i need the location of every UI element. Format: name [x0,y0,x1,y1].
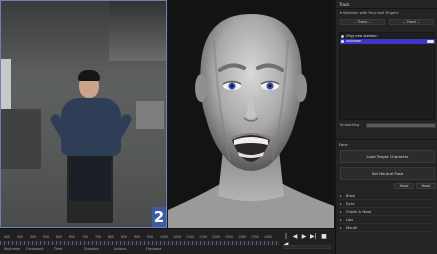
properties-panel: Track ▾ Skeleton with Face and Fingers -… [335,0,437,254]
ruler-tick: 1350 [251,235,260,239]
head-translate-button[interactable]: Head translate [394,183,414,189]
timeline-ruler[interactable]: 400 450 500 550 600 650 700 750 800 850 … [0,231,280,241]
face-render-view[interactable] [168,0,334,228]
category-cheek-nose[interactable]: ▸ Cheek & Nose [340,208,435,216]
column-header-time[interactable]: Time [54,247,62,251]
skeleton-list: (Rig) new skeleton unknown [339,32,435,120]
ruler-tick: 900 [134,235,141,239]
face-model [168,14,334,228]
column-header-duration[interactable]: Duration [84,247,99,251]
divider [336,139,437,140]
camera-index-badge: 2 [152,207,166,227]
section-title-label: Skeleton with Face and Fingers [342,11,399,15]
ruler-tick: 800 [108,235,115,239]
skeleton-icon [341,40,344,43]
list-item-label: (Rig) new skeleton [346,34,378,38]
list-item-label: unknown [346,39,362,43]
ruler-tick: 500 [30,235,37,239]
keyframe-strip[interactable] [0,241,280,245]
ruler-tick: 750 [95,235,102,239]
ruler-tick: 1150 [199,235,208,239]
background-desk [1,109,41,169]
category-label: Lips [346,218,354,222]
category-label: Mouth [346,226,358,230]
ruler-tick: 1400 [264,235,273,239]
ruler-tick: 1000 [160,235,169,239]
load-target-character-button[interactable]: Load Target Character [340,150,435,163]
step-back-icon[interactable]: ◀ [292,233,298,241]
timeline-columns: Keyframe Command Time Duration Actions F… [0,247,280,254]
person-legs [69,156,111,201]
column-header-keyframe[interactable]: Keyframe [4,247,20,251]
ruler-tick: 1300 [238,235,247,239]
person-body [61,98,121,156]
camera-view[interactable]: 2 [0,0,167,228]
category-label: Eyes [346,202,355,206]
track-select-right[interactable]: -- Track -- [389,19,434,25]
ruler-tick: 650 [69,235,76,239]
background-window [109,1,166,61]
ruler-tick: 600 [56,235,63,239]
category-lips[interactable]: ▸ Lips [340,216,435,224]
ruler-tick: 700 [82,235,89,239]
smoothing-slider[interactable] [366,123,436,128]
category-label: Cheek & Nose [346,210,372,214]
ruler-tick: 1100 [186,235,195,239]
ruler-tick: 400 [4,235,11,239]
skip-end-icon[interactable]: ▶| [310,233,317,241]
section-title[interactable]: ▾ Skeleton with Face and Fingers [340,11,399,15]
ruler-tick: 550 [43,235,50,239]
stop-icon[interactable]: ■ [321,233,327,241]
transport-controls: |◀ ◀ ▶ ▶| ■ [283,233,333,248]
timeline: 400 450 500 550 600 650 700 750 800 850 … [0,228,335,254]
timeline-zoom-scrollbar[interactable] [283,245,331,249]
ruler-tick: 1200 [212,235,221,239]
ruler-tick: 950 [147,235,154,239]
head-rotation-button[interactable]: Head rotation [416,183,436,189]
smoothing-label: Smoothing [340,123,360,127]
column-header-filename[interactable]: Filename [146,247,161,251]
category-brow[interactable]: ▸ Brow [340,192,435,200]
divider [336,8,437,9]
ruler-tick: 450 [17,235,24,239]
skeleton-icon [341,35,344,38]
panel-tab-title[interactable]: Track [339,2,349,7]
play-icon[interactable]: ▶ [301,233,307,241]
face-section-header[interactable]: Face [339,142,348,147]
list-item-selected[interactable]: unknown [340,39,435,44]
track-select-left[interactable]: -- Track -- [340,19,385,25]
column-header-command[interactable]: Command [26,247,43,251]
ruler-tick: 850 [121,235,128,239]
background-box [136,101,164,129]
ruler-tick: 1250 [225,235,234,239]
category-label: Brow [346,194,356,198]
visibility-toggle[interactable] [427,40,434,43]
column-header-actions[interactable]: Actions [114,247,126,251]
set-neutral-pose-button[interactable]: Set Neutral Pose [340,167,435,180]
category-mouth[interactable]: ▸ Mouth [340,224,435,232]
ruler-tick: 1050 [173,235,182,239]
skip-start-icon[interactable]: |◀ [283,233,289,248]
person-hair [78,70,100,81]
category-eyes[interactable]: ▸ Eyes [340,200,435,208]
